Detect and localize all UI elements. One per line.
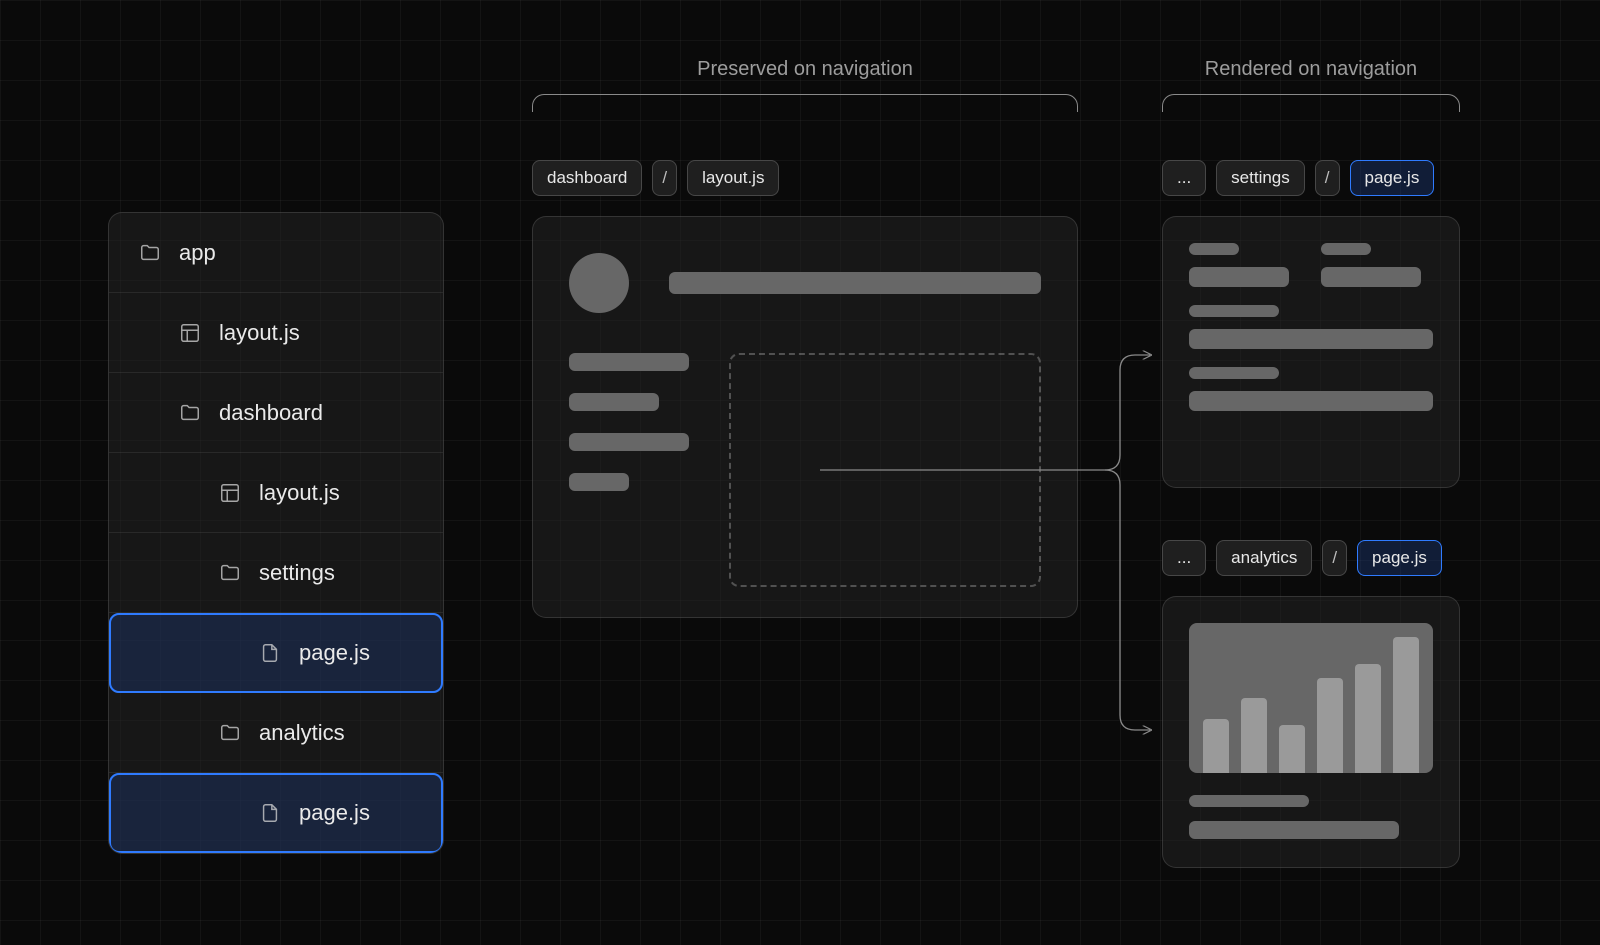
crumb-dashboard: dashboard — [532, 160, 642, 196]
label-placeholder — [1189, 367, 1279, 379]
layout-body — [569, 353, 1041, 587]
rendered-label: Rendered on navigation — [1162, 58, 1460, 81]
nav-item-placeholder — [569, 433, 689, 451]
field-placeholder — [1189, 329, 1433, 349]
settings-row — [1189, 367, 1433, 411]
field-placeholder — [1321, 267, 1421, 287]
tree-item-label: layout.js — [219, 320, 300, 346]
crumb-settings: settings — [1216, 160, 1305, 196]
crumb-layout-file: layout.js — [687, 160, 779, 196]
file-icon — [259, 802, 281, 824]
tree-item-settings[interactable]: settings — [109, 533, 443, 613]
settings-page-panel — [1162, 216, 1460, 488]
chart-placeholder — [1189, 623, 1433, 773]
label-placeholder — [1189, 795, 1309, 807]
chart-bar — [1355, 664, 1381, 773]
chart-bar — [1203, 719, 1229, 773]
settings-row — [1189, 305, 1433, 349]
chart-bar — [1241, 698, 1267, 773]
tree-item-label: settings — [259, 560, 335, 586]
crumb-separator: / — [652, 160, 677, 196]
chart-bar — [1279, 725, 1305, 773]
layout-icon — [179, 322, 201, 344]
tree-item-analytics[interactable]: analytics — [109, 693, 443, 773]
chart-bar — [1317, 678, 1343, 773]
crumb-analytics: analytics — [1216, 540, 1312, 576]
preserved-bracket — [532, 94, 1078, 112]
file-icon — [259, 642, 281, 664]
field-placeholder — [1189, 267, 1289, 287]
field-placeholder — [1189, 821, 1399, 839]
page-slot — [729, 353, 1041, 587]
avatar-placeholder — [569, 253, 629, 313]
preserved-label: Preserved on navigation — [532, 58, 1078, 81]
layout-header — [569, 253, 1041, 313]
nav-item-placeholder — [569, 353, 689, 371]
tree-item-label: layout.js — [259, 480, 340, 506]
layout-panel — [532, 216, 1078, 618]
crumb-page-file: page.js — [1357, 540, 1442, 576]
breadcrumb-analytics: ... analytics / page.js — [1162, 540, 1442, 576]
rendered-bracket — [1162, 94, 1460, 112]
tree-item-layout-root[interactable]: layout.js — [109, 293, 443, 373]
crumb-ellipsis: ... — [1162, 540, 1206, 576]
file-tree: app layout.js dashboard layout.js settin… — [108, 212, 444, 854]
tree-item-label: page.js — [299, 640, 370, 666]
folder-icon — [219, 722, 241, 744]
tree-item-page-analytics[interactable]: page.js — [109, 773, 443, 853]
label-placeholder — [1321, 243, 1371, 255]
tree-item-label: page.js — [299, 800, 370, 826]
folder-icon — [139, 242, 161, 264]
folder-icon — [179, 402, 201, 424]
breadcrumb-layout: dashboard / layout.js — [532, 160, 779, 196]
layout-icon — [219, 482, 241, 504]
crumb-separator: / — [1322, 540, 1347, 576]
analytics-page-panel — [1162, 596, 1460, 868]
label-placeholder — [1189, 305, 1279, 317]
tree-item-page-settings[interactable]: page.js — [109, 613, 443, 693]
tree-item-layout-dash[interactable]: layout.js — [109, 453, 443, 533]
nav-item-placeholder — [569, 393, 659, 411]
tree-item-label: app — [179, 240, 216, 266]
folder-icon — [219, 562, 241, 584]
layout-nav — [569, 353, 689, 587]
tree-item-label: dashboard — [219, 400, 323, 426]
settings-row — [1189, 243, 1433, 287]
title-placeholder — [669, 272, 1041, 294]
chart-bar — [1393, 637, 1419, 773]
label-placeholder — [1189, 243, 1239, 255]
crumb-ellipsis: ... — [1162, 160, 1206, 196]
field-placeholder — [1189, 391, 1433, 411]
crumb-page-file: page.js — [1350, 160, 1435, 196]
crumb-separator: / — [1315, 160, 1340, 196]
tree-item-dashboard[interactable]: dashboard — [109, 373, 443, 453]
nav-item-placeholder — [569, 473, 629, 491]
breadcrumb-settings: ... settings / page.js — [1162, 160, 1434, 196]
tree-item-label: analytics — [259, 720, 345, 746]
tree-item-app[interactable]: app — [109, 213, 443, 293]
